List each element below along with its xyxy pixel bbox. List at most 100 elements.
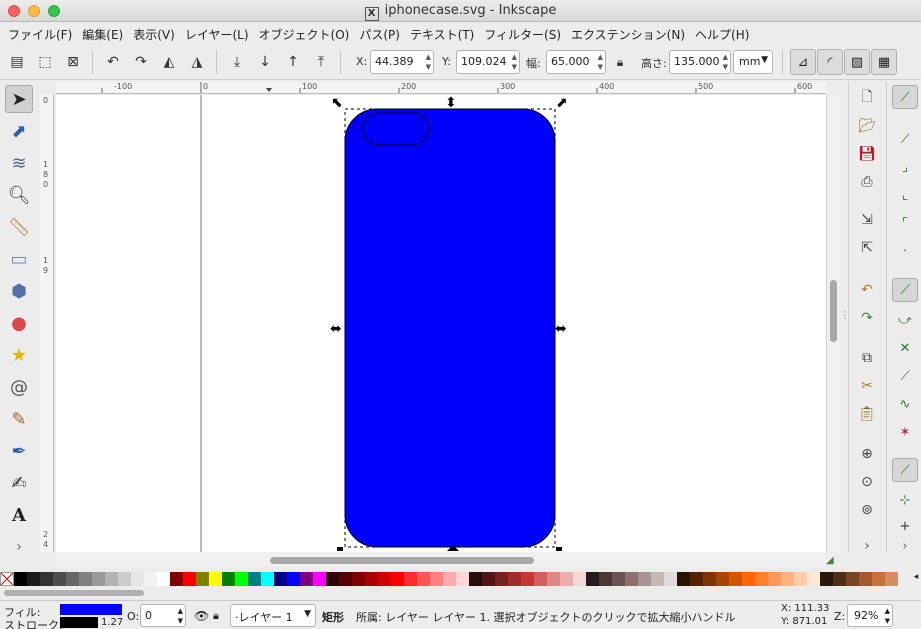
snap-others-icon[interactable]: ⟋ xyxy=(892,458,918,482)
palette-swatch[interactable] xyxy=(755,572,768,586)
palette-swatch[interactable] xyxy=(820,572,833,586)
palette-swatch[interactable] xyxy=(365,572,378,586)
fill-swatch[interactable] xyxy=(60,604,122,615)
snap-bbox-icon[interactable]: ⟋ xyxy=(892,127,918,151)
palette-swatch[interactable] xyxy=(274,572,287,586)
stroke-swatch[interactable] xyxy=(60,617,98,628)
horizontal-scrollbar[interactable] xyxy=(56,552,826,566)
transform-gradients-toggle[interactable]: ▨ xyxy=(844,49,870,75)
menu-view[interactable]: 表示(V) xyxy=(129,22,181,44)
snap-object-centers-icon[interactable]: ⊹ xyxy=(892,488,918,512)
snap-bbox-centers-icon[interactable]: ⋅ xyxy=(892,239,918,263)
snap-bbox-corners-icon[interactable]: ⌞ xyxy=(892,183,918,207)
zoom-drawing-icon[interactable]: ⊙ xyxy=(855,470,879,494)
palette-swatch[interactable] xyxy=(534,572,547,586)
palette-swatch[interactable] xyxy=(40,572,53,586)
palette-swatch[interactable] xyxy=(287,572,300,586)
unit-select[interactable]: mm ▼ xyxy=(733,50,773,74)
menu-edit[interactable]: 編集(E) xyxy=(78,22,129,44)
snap-paths-icon[interactable]: ⤻ xyxy=(892,308,918,332)
opacity-field[interactable]: 0 ▲ ▼ xyxy=(140,604,186,627)
palette-swatch[interactable] xyxy=(352,572,365,586)
scale-stroke-toggle[interactable]: ⊿ xyxy=(790,49,816,75)
palette-swatch[interactable] xyxy=(729,572,742,586)
palette-swatch[interactable] xyxy=(703,572,716,586)
selector-tool-icon[interactable]: ➤ xyxy=(5,85,33,113)
pencil-tool-icon[interactable]: ✎ xyxy=(5,405,33,433)
palette-swatch[interactable] xyxy=(807,572,820,586)
palette-swatch[interactable] xyxy=(651,572,664,586)
zoom-field[interactable]: 92% ▲ ▼ xyxy=(847,604,893,627)
width-spin-arrows-icon[interactable]: ▲ ▼ xyxy=(598,52,603,72)
snap-bbox-edges-icon[interactable]: ⌟ xyxy=(892,155,918,179)
menu-layer[interactable]: レイヤー(L) xyxy=(181,22,255,44)
palette-scrollbar[interactable] xyxy=(0,588,921,598)
canvas-drawing[interactable]: ⬉ ⬍ ⬈ ⬌ ⬌ xyxy=(56,95,826,552)
3d-box-tool-icon[interactable]: ⬢ xyxy=(5,277,33,305)
opacity-spin-arrows-icon[interactable]: ▲ ▼ xyxy=(178,606,183,626)
palette-swatch[interactable] xyxy=(53,572,66,586)
node-tool-icon[interactable]: ⬈ xyxy=(5,117,33,145)
zoom-page-icon[interactable]: ⊚ xyxy=(855,498,879,522)
import-icon[interactable]: ⇲ xyxy=(855,208,879,232)
palette-swatch[interactable] xyxy=(105,572,118,586)
x-spin-arrows-icon[interactable]: ▲ ▼ xyxy=(426,52,431,72)
snap-enable-icon[interactable]: ⟋ xyxy=(892,85,918,109)
palette-swatch[interactable] xyxy=(469,572,482,586)
palette-swatch[interactable] xyxy=(482,572,495,586)
palette-swatch[interactable] xyxy=(768,572,781,586)
drawing-canvas[interactable]: ⬉ ⬍ ⬈ ⬌ ⬌ ⌕ xyxy=(56,95,826,552)
palette-swatch[interactable] xyxy=(547,572,560,586)
palette-swatch[interactable] xyxy=(170,572,183,586)
eye-icon[interactable]: 👁︎ xyxy=(194,609,209,623)
vertical-scrollbar[interactable] xyxy=(826,95,840,552)
palette-swatch[interactable] xyxy=(690,572,703,586)
palette-swatch[interactable] xyxy=(118,572,131,586)
palette-swatch[interactable] xyxy=(326,572,339,586)
lower-icon[interactable]: ↓ xyxy=(254,51,276,73)
palette-swatch[interactable] xyxy=(495,572,508,586)
palette-swatch[interactable] xyxy=(508,572,521,586)
palette-swatch[interactable] xyxy=(157,572,170,586)
select-all-icon[interactable]: ▤ xyxy=(6,51,28,73)
rotate-cw-icon[interactable]: ↷ xyxy=(130,51,152,73)
palette-swatch[interactable] xyxy=(209,572,222,586)
palette-swatch[interactable] xyxy=(599,572,612,586)
palette-swatch[interactable] xyxy=(859,572,872,586)
zoom-tool-icon[interactable]: 🔍︎ xyxy=(5,181,33,209)
palette-swatch[interactable] xyxy=(300,572,313,586)
snap-line-midpoints-icon[interactable]: ✶ xyxy=(892,420,918,444)
palette-swatch[interactable] xyxy=(339,572,352,586)
menu-extensions[interactable]: エクステンション(N) xyxy=(567,22,691,44)
palette-swatch[interactable] xyxy=(664,572,677,586)
rotate-ccw-icon[interactable]: ↶ xyxy=(102,51,124,73)
scale-corners-toggle[interactable]: ◜ xyxy=(817,49,843,75)
layer-lock-icon[interactable]: 🔒︎ xyxy=(213,609,219,623)
menu-text[interactable]: テキスト(T) xyxy=(406,22,480,44)
palette-swatch[interactable] xyxy=(313,572,326,586)
palette-swatch[interactable] xyxy=(417,572,430,586)
palette-swatch[interactable] xyxy=(586,572,599,586)
cut-icon[interactable]: ✂ xyxy=(855,374,879,398)
palette-swatch[interactable] xyxy=(781,572,794,586)
palette-swatch[interactable] xyxy=(560,572,573,586)
text-tool-icon[interactable]: A xyxy=(5,501,33,529)
palette-swatch[interactable] xyxy=(677,572,690,586)
palette-swatch[interactable] xyxy=(92,572,105,586)
paste-icon[interactable]: 📋︎ xyxy=(855,402,879,426)
measure-tool-icon[interactable]: 📏︎ xyxy=(5,213,33,241)
menu-object[interactable]: オブジェクト(O) xyxy=(255,22,356,44)
palette-swatch[interactable] xyxy=(235,572,248,586)
redo-icon[interactable]: ↷ xyxy=(855,306,879,330)
menu-filter[interactable]: フィルター(S) xyxy=(480,22,567,44)
lower-to-bottom-icon[interactable]: ⤓ xyxy=(226,51,248,73)
zoom-spin-arrows-icon[interactable]: ▲ ▼ xyxy=(885,606,890,626)
print-icon[interactable]: ⎙ xyxy=(855,170,879,194)
chevron-right-icon[interactable]: › xyxy=(855,534,879,558)
pen-tool-icon[interactable]: ✒ xyxy=(5,437,33,465)
ellipse-tool-icon[interactable]: ● xyxy=(5,309,33,337)
raise-to-top-icon[interactable]: ⤒ xyxy=(310,51,332,73)
palette-swatch[interactable] xyxy=(716,572,729,586)
new-document-icon[interactable]: 🗋 xyxy=(855,86,879,110)
palette-swatch[interactable] xyxy=(404,572,417,586)
